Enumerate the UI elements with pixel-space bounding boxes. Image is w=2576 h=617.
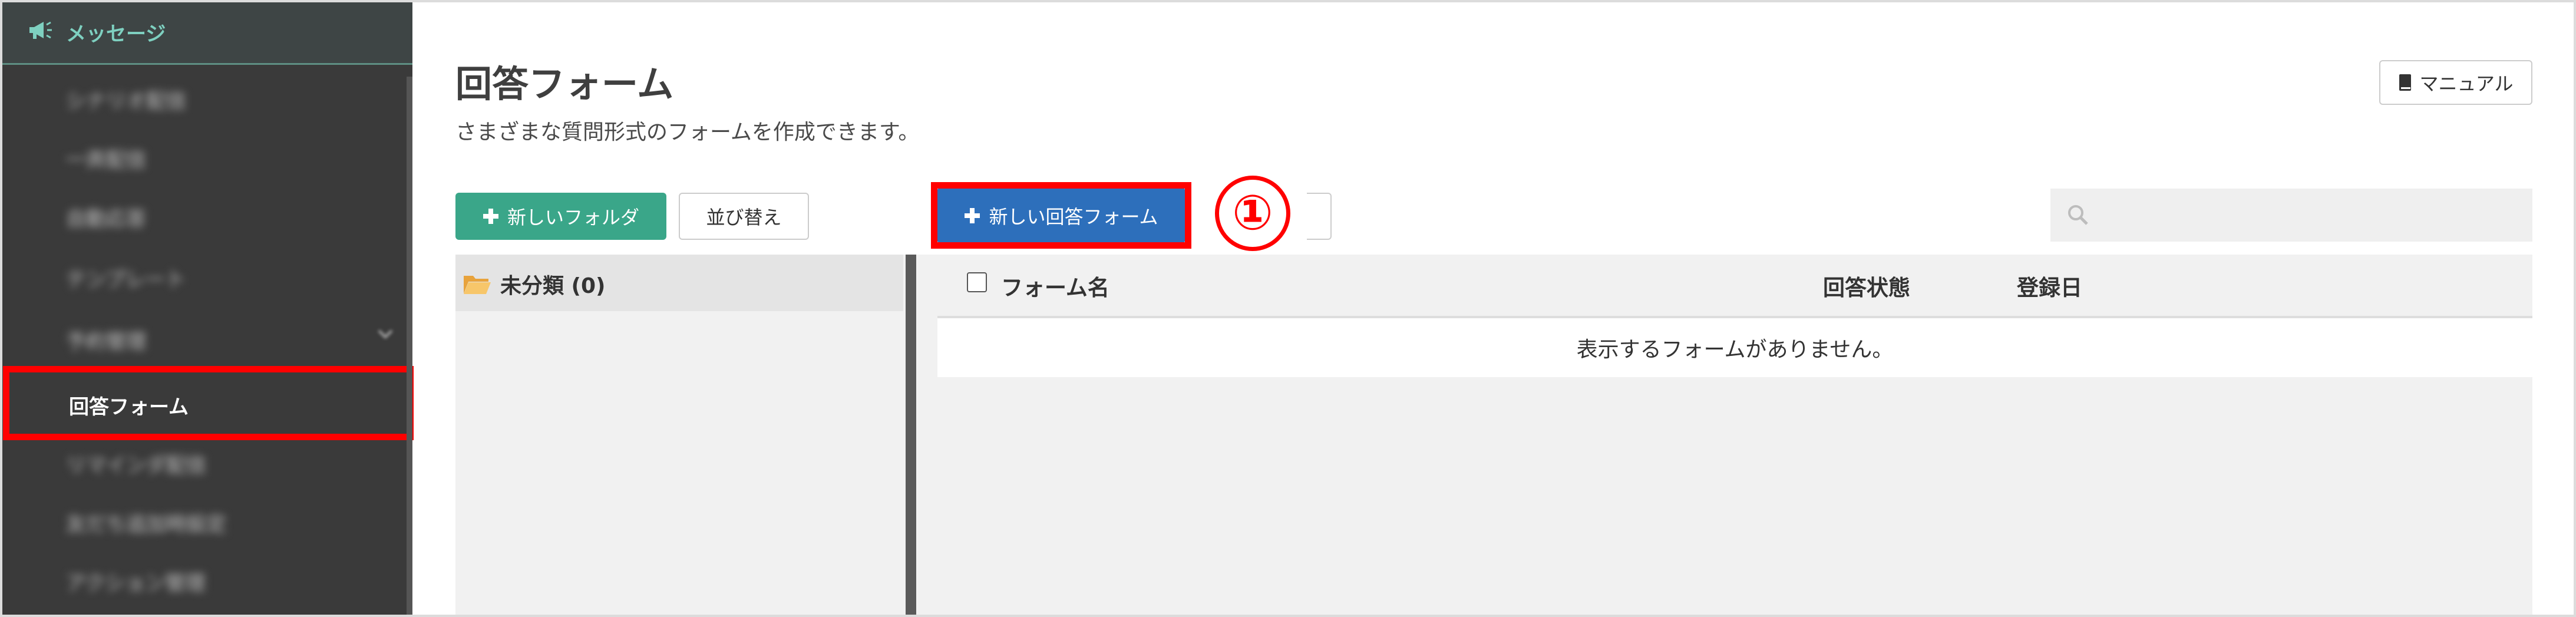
step-callout-badge: ① xyxy=(1215,176,1290,251)
chevron-down-icon xyxy=(378,329,393,339)
table-header: フォーム名 回答状態 登録日 xyxy=(937,255,2532,318)
new-answer-form-button[interactable]: 新しい回答フォーム xyxy=(937,189,1185,242)
sidebar-scrollbar[interactable] xyxy=(407,77,412,617)
page-title: 回答フォーム xyxy=(455,62,674,105)
folder-label: 未分類 (0) xyxy=(500,274,606,298)
sort-label: 並び替え xyxy=(706,206,782,229)
sidebar-item-template[interactable]: テンプレート xyxy=(0,245,407,303)
sidebar-item-scenario[interactable]: シナリオ配信 xyxy=(0,66,407,125)
book-icon xyxy=(2399,74,2412,91)
sidebar-section-label: メッセージ xyxy=(66,22,166,46)
sidebar-item-label: 一斉配信 xyxy=(66,149,146,172)
sidebar-item-broadcast[interactable]: 一斉配信 xyxy=(0,125,407,184)
folder-open-icon xyxy=(464,276,491,294)
new-folder-button[interactable]: 新しいフォルダ xyxy=(455,193,666,240)
sidebar-section-messages[interactable]: メッセージ xyxy=(0,0,412,65)
manual-button[interactable]: マニュアル xyxy=(2379,60,2532,105)
folder-panel: 未分類 (0) xyxy=(455,255,903,617)
sidebar-item-label: アクション管理 xyxy=(66,572,206,595)
sidebar-item-friend-add-settings[interactable]: 友だち追加時設定 xyxy=(0,489,407,548)
sidebar-item-label: 予約管理 xyxy=(66,330,146,354)
sidebar: メッセージ シナリオ配信 一斉配信 自動応答 テンプレート 予約管理 回答フォー… xyxy=(0,0,414,617)
column-header-form-name[interactable]: フォーム名 xyxy=(1001,270,1109,302)
folder-item-uncategorized[interactable]: 未分類 (0) xyxy=(455,255,903,311)
megaphone-icon xyxy=(29,21,52,39)
manual-button-label: マニュアル xyxy=(2419,72,2514,95)
empty-state-message: 表示するフォームがありません。 xyxy=(937,318,2532,377)
search-input[interactable] xyxy=(2050,189,2532,242)
empty-state-text: 表示するフォームがありません。 xyxy=(1576,338,1894,362)
sidebar-item-answer-form[interactable]: 回答フォーム xyxy=(3,366,414,440)
page-subtitle: さまざまな質問形式のフォームを作成できます。 xyxy=(455,120,920,144)
sidebar-item-label: 自動応答 xyxy=(66,207,146,231)
sidebar-item-label: シナリオ配信 xyxy=(66,90,186,113)
plus-icon xyxy=(483,209,498,224)
sidebar-item-label: テンプレート xyxy=(66,268,186,292)
plus-icon xyxy=(965,207,980,223)
column-header-answer-status[interactable]: 回答状態 xyxy=(1823,270,1910,302)
sidebar-item-label: 友だち追加時設定 xyxy=(66,513,226,536)
form-table: フォーム名 回答状態 登録日 表示するフォームがありません。 xyxy=(920,255,2532,617)
new-answer-form-label: 新しい回答フォーム xyxy=(989,205,1158,228)
sidebar-item-reservation[interactable]: 予約管理 xyxy=(0,306,407,365)
panel-splitter-handle[interactable] xyxy=(906,255,916,617)
sort-button[interactable]: 並び替え xyxy=(679,193,809,240)
search-icon xyxy=(2068,205,2088,225)
step-callout-number: ① xyxy=(1232,185,1273,241)
sidebar-item-reminder[interactable]: リマインダ配信 xyxy=(0,430,407,489)
select-all-checkbox[interactable] xyxy=(967,272,987,292)
column-header-registered-date[interactable]: 登録日 xyxy=(2017,270,2082,302)
sidebar-item-label: リマインダ配信 xyxy=(66,454,206,477)
sidebar-item-label: 回答フォーム xyxy=(69,395,189,419)
new-folder-label: 新しいフォルダ xyxy=(507,206,639,229)
sidebar-item-action-management[interactable]: アクション管理 xyxy=(0,548,407,607)
sidebar-item-auto-reply[interactable]: 自動応答 xyxy=(0,184,407,243)
